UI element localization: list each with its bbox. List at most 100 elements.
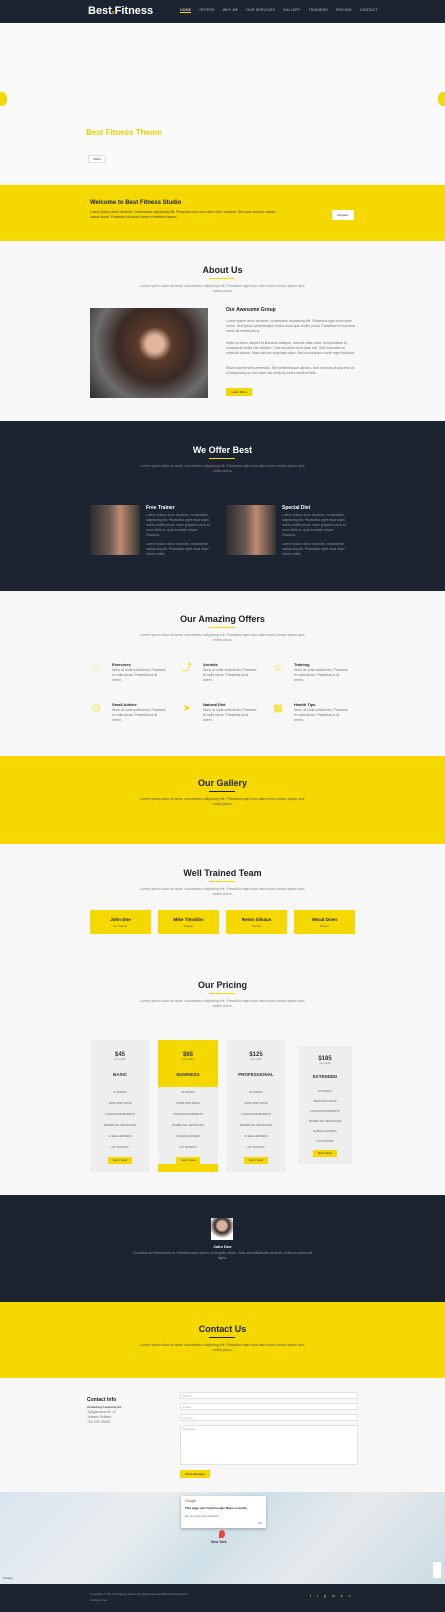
offer-aerobic-text: Nunc at nulla sollicitudin, Praesent et … <box>203 668 257 682</box>
plan-name: EXTENDED <box>312 1074 338 1079</box>
linkedin-icon[interactable]: in <box>332 1594 335 1598</box>
free-trainer-text: Lorem ipsum dolor sit amet, consectetur … <box>146 513 210 537</box>
plan-feature: 25 DOMAIN <box>318 1090 332 1093</box>
plan-feature: 15 DOMAIN <box>181 1091 195 1094</box>
map-city-label: New York <box>211 1540 227 1544</box>
welcome-text: Lorem ipsum dolor sit amet, consectetur … <box>90 210 276 219</box>
chart-icon: ⤴ <box>182 663 192 674</box>
map-pin-icon[interactable] <box>219 1530 225 1538</box>
special-diet-title: Special Diet <box>282 505 311 511</box>
map-zoom-control[interactable] <box>433 1562 441 1578</box>
team-card[interactable]: Mike Timobbs Trainer <box>158 910 219 934</box>
nav-contact[interactable]: CONTACT <box>360 8 378 13</box>
plan-period: per month <box>250 1058 262 1061</box>
plan-feature: 20 EMAIL ADDRESS <box>176 1135 200 1138</box>
email-input[interactable]: Email <box>180 1403 358 1410</box>
team-card[interactable]: John Doe Sr. Trainer <box>90 910 151 934</box>
pricing-card-business: $65 per month BUSINESS 15 DOMAIN 200GB D… <box>158 1040 218 1172</box>
plan-feature: SHARED SSL CERTIFICATE <box>171 1124 205 1127</box>
name-input[interactable]: Name <box>180 1392 358 1399</box>
plan-feature: SHARED SSL CERTIFICATE <box>103 1124 137 1127</box>
about-photo <box>90 308 208 398</box>
plan-feature: UNLIMITED BANDWIDTH <box>105 1113 135 1116</box>
vimeo-icon[interactable]: v <box>349 1594 351 1598</box>
clock-icon: ◷ <box>91 703 101 714</box>
gallery-title: Our Gallery <box>197 778 248 788</box>
get-it-now-button[interactable]: Get it Now <box>176 1157 200 1164</box>
plan-feature: 40 EMAIL ADDRESS <box>313 1130 337 1133</box>
pricing-card-extended: $185 per month EXTENDED 25 DOMAIN 500GB … <box>298 1046 352 1164</box>
team-member-name: Remo Silvaus <box>241 917 272 922</box>
pricing-underline <box>209 993 235 994</box>
team-section <box>0 844 445 954</box>
testimonial-name: John Doe <box>213 1244 232 1249</box>
dialog-ok-button[interactable]: OK <box>258 1521 262 1525</box>
twitter-icon[interactable]: t <box>317 1594 318 1598</box>
about-underline <box>209 278 235 279</box>
footer-contact-link[interactable]: Contact Free <box>90 1598 107 1602</box>
nav-gallery[interactable]: GALLERY <box>283 8 300 13</box>
about-p3: Etiam laoreet velit venenatis. Sed pelle… <box>226 366 355 375</box>
offer-health-title: Health Tips <box>294 702 316 707</box>
nav-home[interactable]: HOME <box>180 8 192 13</box>
team-underline <box>209 881 235 882</box>
offer-advice-text: Nunc at nulla sollicitudin, Praesent et … <box>112 708 166 722</box>
get-it-now-button[interactable]: Get it Now <box>244 1157 268 1164</box>
next-arrow-icon[interactable] <box>438 92 445 106</box>
contact-subtitle: Lorem ipsum dolor sit amet, consectetur … <box>140 1343 305 1352</box>
pinterest-icon[interactable]: p <box>341 1594 343 1598</box>
map-error-dialog: Google This page can't load Google Maps … <box>181 1496 266 1528</box>
team-member-name: John Doe <box>110 917 131 922</box>
special-diet-text: Lorem ipsum dolor sit amet, consectetur … <box>282 513 346 537</box>
dialog-sub: Do you own this website? <box>185 1514 220 1518</box>
contact-section <box>0 1302 445 1378</box>
hero-offers-button[interactable]: Offers <box>88 155 106 163</box>
footer <box>0 1584 445 1612</box>
nav-pricing[interactable]: PRICING <box>336 8 352 13</box>
plan-feature: 200GB DISK SPACE <box>176 1102 200 1105</box>
team-card[interactable]: Mecal Doen Trainer <box>294 910 355 934</box>
send-message-button[interactable]: Send Message <box>180 1470 210 1478</box>
star-icon: ☆ <box>273 663 283 674</box>
team-card[interactable]: Remo Silvaus Trainer <box>226 910 287 934</box>
navbar: BestxFitness HOME OFFERS WHY ME OUR SERV… <box>0 0 445 23</box>
free-trainer-text2: Lorem ipsum dolor sit amet, consectetur … <box>146 542 209 556</box>
get-it-now-button[interactable]: Get it Now <box>108 1157 132 1164</box>
amazing-subtitle: Lorem ipsum dolor sit amet, consectetur … <box>140 633 305 642</box>
offer-training-title: Training <box>294 662 310 667</box>
plan-feature: SHARED SSL CERTIFICATE <box>239 1124 273 1127</box>
get-it-now-button[interactable]: Get it Now <box>313 1150 337 1157</box>
google-plus-icon[interactable]: g <box>324 1594 326 1598</box>
team-member-role: Trainer <box>251 924 262 928</box>
offer-subtitle: Lorem ipsum dolor sit amet, consectetur … <box>140 464 305 473</box>
about-group-title: Our Awesome Group <box>226 307 276 313</box>
free-trainer-title: Free Trainer <box>146 505 175 511</box>
about-p1: Lorem ipsum dolor sit amet, consectetur … <box>226 319 355 333</box>
contact-title: Contact Us <box>198 1324 247 1334</box>
offer-training-text: Nunc at nulla sollicitudin, Praesent et … <box>294 668 348 682</box>
nav-services[interactable]: OUR SERVICES <box>246 8 275 13</box>
offer-title: We Offer Best <box>192 445 253 455</box>
nav-offers[interactable]: OFFERS <box>199 8 214 13</box>
about-title: About Us <box>202 265 243 275</box>
team-member-role: Trainer <box>183 924 194 928</box>
plan-feature: 30 EMAIL ADDRESS <box>244 1135 268 1138</box>
avatar <box>211 1218 233 1240</box>
logo[interactable]: BestxFitness <box>88 5 153 17</box>
pricing-card-professional: $125 per month PROFESSIONAL 20 DOMAIN 30… <box>226 1040 286 1172</box>
learn-more-button[interactable]: Learn More <box>226 388 252 396</box>
pricing-title: Our Pricing <box>197 980 247 990</box>
gallery-subtitle: Lorem ipsum dolor sit amet, consectetur … <box>140 797 305 806</box>
message-textarea[interactable]: Message <box>180 1425 358 1465</box>
about-p2: Nulla mi tortor, aliquet et tincidunt tr… <box>226 341 355 355</box>
subject-input[interactable]: Subject <box>180 1414 358 1421</box>
nav-trainers[interactable]: TRAINERS <box>309 8 328 13</box>
plan-feature: 24/7 SUPPORT <box>179 1146 197 1149</box>
register-button[interactable]: Register <box>332 210 354 220</box>
nav-why-me[interactable]: WHY ME <box>223 8 239 13</box>
offer-exercises-text: Nunc at nulla sollicitudin, Praesent et … <box>112 668 166 682</box>
plan-period: per month <box>182 1058 194 1061</box>
offer-diet-text: Nunc at nulla sollicitudin, Praesent et … <box>203 708 257 722</box>
offer-health-text: Nunc at nulla sollicitudin, Praesent et … <box>294 708 348 722</box>
facebook-icon[interactable]: f <box>310 1594 311 1598</box>
